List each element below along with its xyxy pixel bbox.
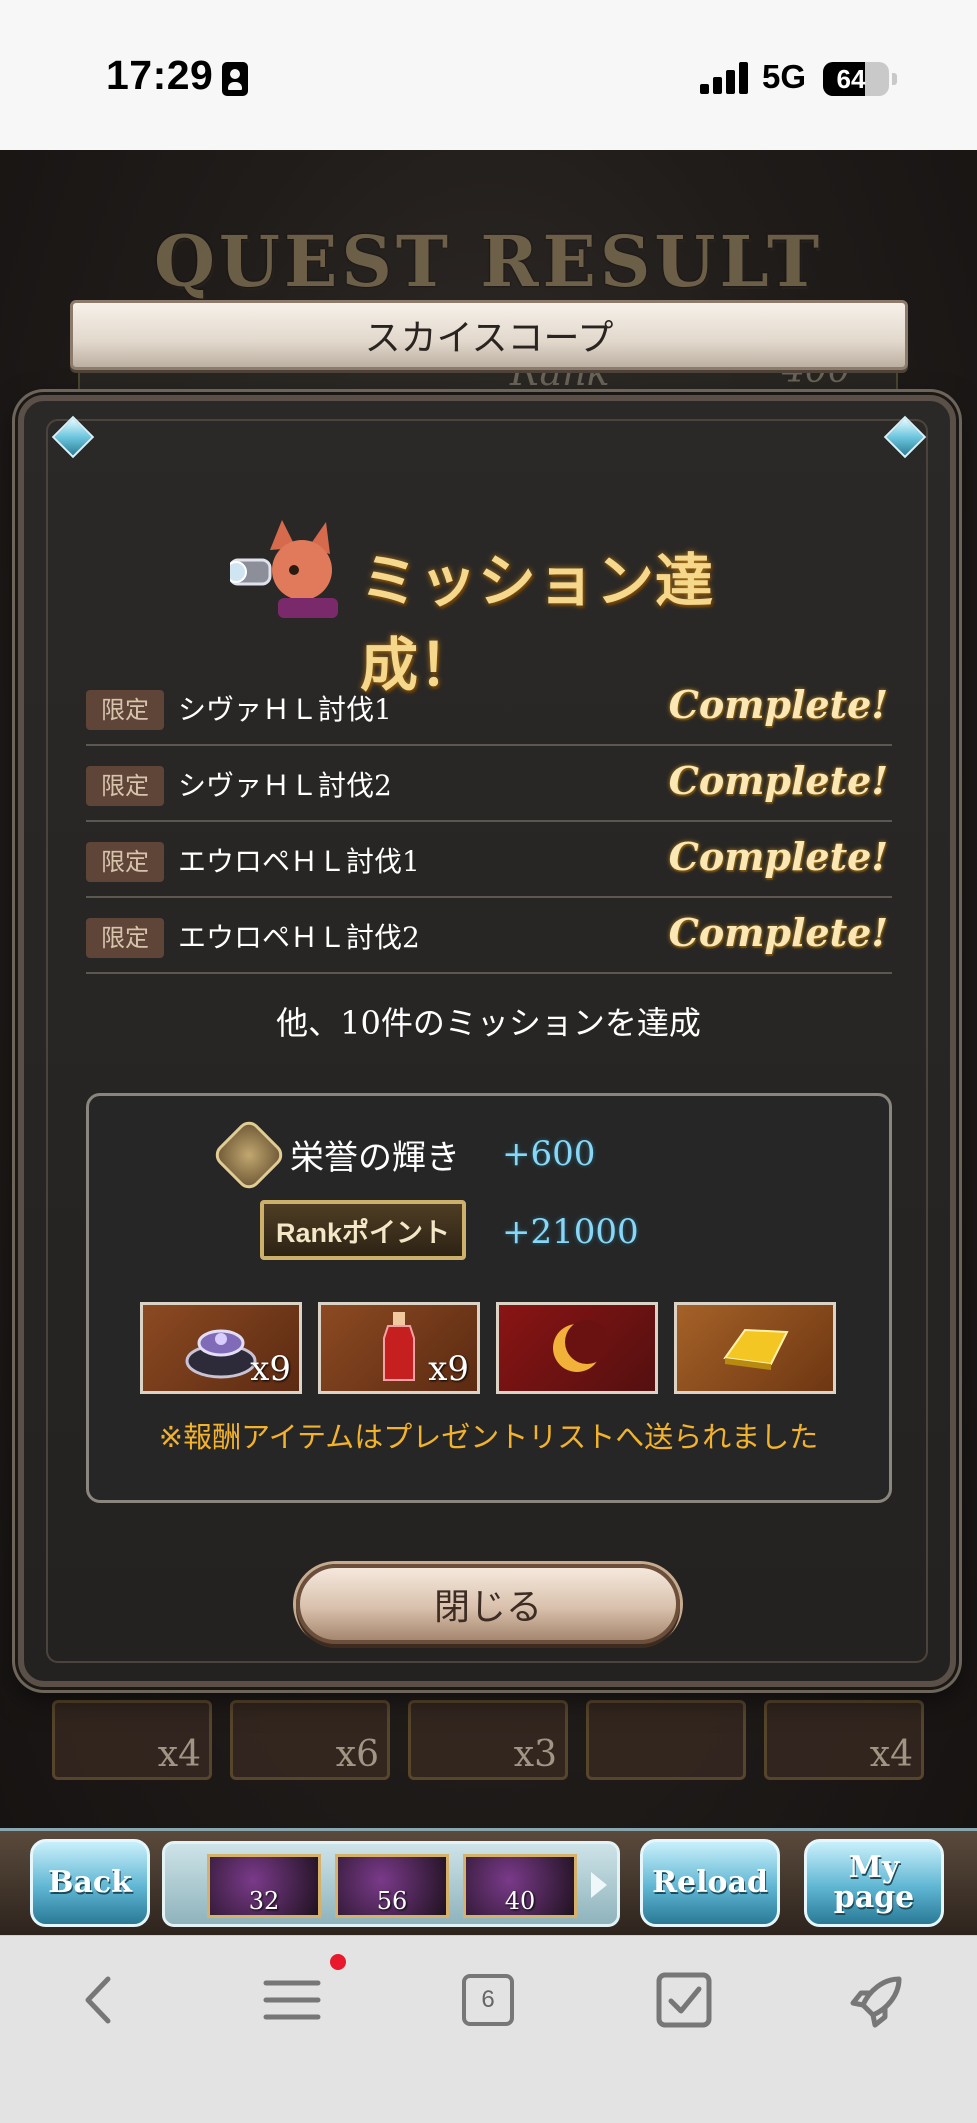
back-chevron-icon[interactable] <box>58 1960 138 2040</box>
back-label: Back <box>48 1865 132 1900</box>
limited-badge: 限定 <box>86 842 164 882</box>
checkbox-icon[interactable] <box>644 1960 724 2040</box>
mission-name: エウロペＨＬ討伐1 <box>178 845 420 878</box>
mission-row: 限定 シヴァＨＬ討伐2 Complete! <box>86 746 892 822</box>
browser-toolbar: 6 <box>0 1935 977 2123</box>
network-type: 5G <box>762 58 807 95</box>
background-item-tile <box>586 1700 746 1780</box>
rank-point-badge: Rankポイント <box>260 1200 466 1260</box>
fox-mascot-icon <box>230 520 338 618</box>
mission-complete-banner: ミッション達成！ <box>190 520 790 699</box>
reload-button[interactable]: Reload <box>640 1839 780 1927</box>
mission-row: 限定 エウロペＨＬ討伐2 Complete! <box>86 898 892 974</box>
rocket-icon[interactable] <box>838 1960 918 2040</box>
reward-item-gold-bar[interactable] <box>674 1302 836 1394</box>
quick-item[interactable]: 32 <box>207 1854 321 1918</box>
reload-label: Reload <box>652 1865 768 1900</box>
game-viewport: QUEST RESULT Rank 400 x4 x6 x3 x4 スカイスコー… <box>0 150 977 1935</box>
quick-item-tray: 32 56 40 <box>162 1841 620 1927</box>
mission-status: Complete! <box>668 682 888 727</box>
close-button[interactable]: 閉じる <box>296 1564 680 1644</box>
tab-count: 6 <box>462 1974 514 2026</box>
item-count: x9 <box>250 1349 291 1389</box>
id-card-icon <box>222 62 248 96</box>
mission-row: 限定 エウロペＨＬ討伐1 Complete! <box>86 822 892 898</box>
item-count: x9 <box>428 1349 469 1389</box>
tabs-button[interactable]: 6 <box>448 1960 528 2040</box>
honor-value: +600 <box>502 1134 596 1174</box>
dialog-title: スカイスコープ <box>364 318 614 359</box>
limited-badge: 限定 <box>86 690 164 730</box>
battery-level: 64 <box>836 64 866 94</box>
notification-dot <box>330 1954 346 1970</box>
mission-status: Complete! <box>668 910 888 955</box>
reward-notice: ※報酬アイテムはプレゼントリストへ送られました <box>158 1420 819 1454</box>
quick-item[interactable]: 40 <box>463 1854 577 1918</box>
mission-row: 限定 シヴァＨＬ討伐1 Complete! <box>86 670 892 746</box>
additional-missions-text: 他、10件のミッションを達成 <box>276 1004 701 1042</box>
status-bar: 17:29 5G 64 <box>0 0 977 150</box>
background-item-tile: x4 <box>764 1700 924 1780</box>
background-item-tile: x6 <box>230 1700 390 1780</box>
mission-status: Complete! <box>668 834 888 879</box>
background-item-tile: x3 <box>408 1700 568 1780</box>
gold-bar-icon <box>723 1328 789 1370</box>
reward-item-crescent-moon[interactable] <box>496 1302 658 1394</box>
mission-name: シヴァＨＬ討伐1 <box>178 693 392 726</box>
mypage-button[interactable]: My page <box>804 1839 944 1927</box>
menu-icon[interactable] <box>252 1960 332 2040</box>
limited-badge: 限定 <box>86 766 164 806</box>
reward-item-ring-box[interactable]: x9 <box>140 1302 302 1394</box>
dialog-title-plate: スカイスコープ <box>70 300 908 370</box>
honor-label: 栄誉の輝き <box>290 1138 460 1178</box>
rank-point-value: +21000 <box>502 1212 639 1252</box>
quick-item[interactable]: 56 <box>335 1854 449 1918</box>
status-time: 17:29 <box>106 52 214 98</box>
mission-name: シヴァＨＬ討伐2 <box>178 769 392 802</box>
limited-badge: 限定 <box>86 918 164 958</box>
cellular-signal-icon <box>700 62 748 94</box>
tray-next-arrow-icon[interactable] <box>591 1872 607 1898</box>
crescent-moon-icon <box>553 1320 607 1372</box>
back-button[interactable]: Back <box>30 1839 150 1927</box>
battery-icon: 64 <box>823 62 889 96</box>
mission-status: Complete! <box>668 758 888 803</box>
battery-nub <box>892 73 897 85</box>
game-navigation-bar: Back 32 56 40 Reload My page <box>0 1828 977 1935</box>
mission-name: エウロペＨＬ討伐2 <box>178 921 420 954</box>
reward-item-potion[interactable]: x9 <box>318 1302 480 1394</box>
mypage-label: My page <box>833 1850 915 1915</box>
potion-icon <box>383 1312 415 1381</box>
background-item-tile: x4 <box>52 1700 212 1780</box>
quest-result-title: QUEST RESULT <box>153 220 824 303</box>
